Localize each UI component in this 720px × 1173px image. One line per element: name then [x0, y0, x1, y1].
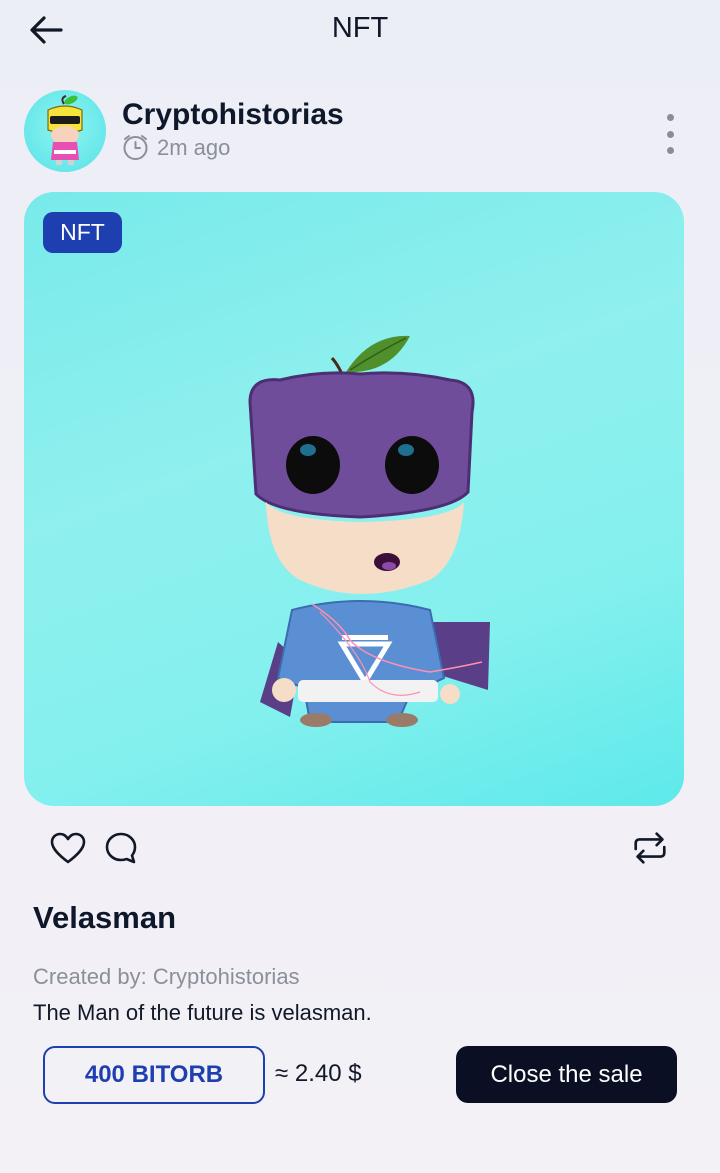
more-options-button[interactable]	[658, 114, 682, 154]
post-time: 2m ago	[122, 134, 230, 161]
comment-button[interactable]	[101, 826, 141, 870]
repost-icon	[634, 832, 666, 864]
post-actions	[48, 826, 674, 872]
price-badge: 400 BITORB	[43, 1046, 265, 1104]
avatar-image	[47, 95, 83, 165]
nft-image-card[interactable]: NFT	[24, 192, 684, 806]
post-header: Cryptohistorias 2m ago	[24, 90, 696, 174]
comment-icon	[105, 832, 137, 864]
nft-title: Velasman	[33, 900, 177, 935]
more-vertical-icon-dot	[666, 147, 674, 154]
close-sale-button[interactable]: Close the sale	[456, 1046, 677, 1103]
nft-badge: NFT	[43, 212, 122, 253]
usd-value: ≈ 2.40 $	[275, 1060, 362, 1087]
created-by: Created by: Cryptohistorias	[33, 964, 300, 989]
time-label: 2m ago	[157, 134, 231, 160]
nft-artwork	[248, 335, 490, 727]
top-bar: NFT	[0, 0, 720, 60]
like-button[interactable]	[48, 826, 88, 870]
more-vertical-icon-dot	[666, 130, 674, 138]
clock-icon	[123, 135, 148, 160]
author-name[interactable]: Cryptohistorias	[122, 98, 344, 132]
nft-description: The Man of the future is velasman.	[33, 1000, 372, 1025]
avatar[interactable]	[24, 90, 106, 172]
heart-icon	[50, 832, 86, 864]
page-title: NFT	[331, 12, 389, 44]
more-vertical-icon-dot	[666, 114, 674, 121]
repost-button[interactable]	[630, 826, 670, 870]
